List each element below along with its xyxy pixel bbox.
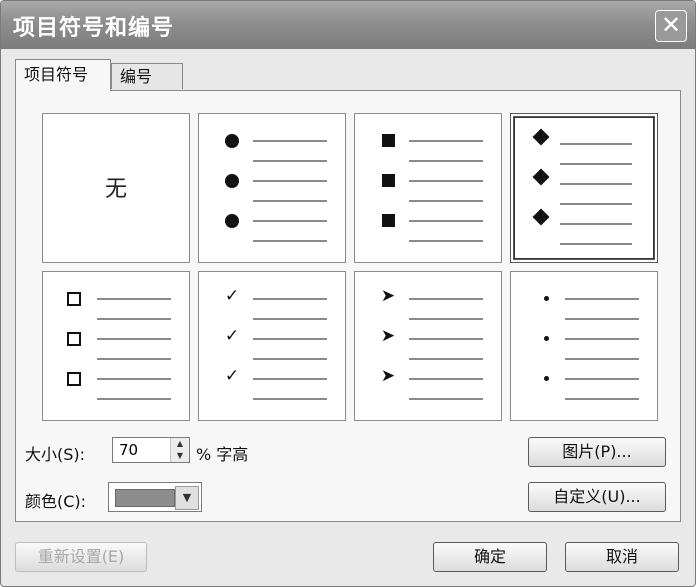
spin-up-icon[interactable]: ▲ xyxy=(171,438,189,450)
close-button[interactable]: ✕ xyxy=(655,10,687,42)
preview-line xyxy=(253,180,327,182)
preview-line xyxy=(565,358,639,360)
preview-line xyxy=(409,318,483,320)
arrowhead-bullet-icon: ➤ xyxy=(380,326,396,346)
checkmark-bullet-icon: ✓ xyxy=(224,286,240,306)
preview-line xyxy=(253,378,327,380)
chevron-down-icon[interactable]: ▼ xyxy=(175,486,199,510)
filled-circle-bullet-icon xyxy=(223,214,241,228)
checkmark-bullet-icon: ✓ xyxy=(224,366,240,386)
color-swatch xyxy=(115,489,175,507)
preview-line xyxy=(560,243,632,245)
size-spinner[interactable]: ▲ ▼ xyxy=(112,437,190,463)
filled-square-bullet-icon xyxy=(379,214,397,227)
close-icon: ✕ xyxy=(660,11,682,39)
preview-line xyxy=(253,140,327,142)
diamond-bullet-icon xyxy=(532,128,550,146)
cancel-button[interactable]: 取消 xyxy=(565,542,679,572)
checkmark-bullet-icon: ✓ xyxy=(224,326,240,346)
preview-line xyxy=(253,298,327,300)
arrowhead-bullet-icon: ➤ xyxy=(380,366,396,386)
hollow-square-bullet-icon xyxy=(65,332,83,346)
preview-line xyxy=(409,200,483,202)
preview-line xyxy=(560,163,632,165)
preview-line xyxy=(409,140,483,142)
preview-line xyxy=(560,143,632,145)
reset-button[interactable]: 重新设置(E) xyxy=(15,542,147,572)
diamond-bullet-icon xyxy=(532,168,550,186)
preview-line xyxy=(97,298,171,300)
preview-line xyxy=(560,223,632,225)
preview-line xyxy=(97,358,171,360)
preview-line xyxy=(409,378,483,380)
ok-button[interactable]: 确定 xyxy=(433,542,547,572)
tab-bullets[interactable]: 项目符号 xyxy=(15,59,111,91)
preview-line xyxy=(409,220,483,222)
picture-button[interactable]: 图片(P)... xyxy=(528,437,666,467)
size-unit-label: % 字高 xyxy=(196,445,249,464)
bullet-option-none[interactable]: 无 xyxy=(42,113,190,263)
bullet-option-filled-square[interactable] xyxy=(354,113,502,263)
preview-line xyxy=(253,240,327,242)
bullet-option-checkmark[interactable]: ✓ ✓ ✓ xyxy=(198,271,346,421)
preview-line xyxy=(409,398,483,400)
diamond-bullet-icon xyxy=(532,208,550,226)
preview-line xyxy=(97,318,171,320)
color-label: 颜色(C): xyxy=(25,492,87,511)
preview-line xyxy=(565,318,639,320)
bullet-option-arrowhead[interactable]: ➤ ➤ ➤ xyxy=(354,271,502,421)
filled-square-bullet-icon xyxy=(379,174,397,187)
title-bar: 项目符号和编号 ✕ xyxy=(1,1,695,49)
window-title: 项目符号和编号 xyxy=(13,16,175,41)
preview-line xyxy=(253,358,327,360)
hollow-square-bullet-icon xyxy=(65,372,83,386)
preview-line xyxy=(560,203,632,205)
customize-button[interactable]: 自定义(U)... xyxy=(528,482,666,512)
preview-line xyxy=(409,180,483,182)
bullet-option-small-dot[interactable] xyxy=(510,271,658,421)
filled-square-bullet-icon xyxy=(379,134,397,147)
preview-line xyxy=(565,378,639,380)
preview-line xyxy=(97,378,171,380)
preview-line xyxy=(565,338,639,340)
preview-line xyxy=(253,160,327,162)
hollow-square-bullet-icon xyxy=(65,292,83,306)
preview-line xyxy=(565,298,639,300)
spinner-arrows[interactable]: ▲ ▼ xyxy=(170,438,189,462)
spin-down-icon[interactable]: ▼ xyxy=(171,450,189,462)
filled-circle-bullet-icon xyxy=(223,134,241,148)
small-dot-bullet-icon xyxy=(537,296,555,301)
bullets-numbering-dialog: 项目符号和编号 ✕ 项目符号 编号 无 ✓ ✓ ✓ ➤ ➤ ➤ 大小(S): ▲ ▼ %… xyxy=(0,0,696,587)
color-picker[interactable]: ▼ xyxy=(108,482,202,512)
preview-line xyxy=(253,220,327,222)
filled-circle-bullet-icon xyxy=(223,174,241,188)
small-dot-bullet-icon xyxy=(537,376,555,381)
size-label: 大小(S): xyxy=(25,445,86,464)
bullet-option-filled-circle[interactable] xyxy=(198,113,346,263)
small-dot-bullet-icon xyxy=(537,336,555,341)
arrowhead-bullet-icon: ➤ xyxy=(380,286,396,306)
bullet-option-hollow-square[interactable] xyxy=(42,271,190,421)
preview-line xyxy=(409,160,483,162)
tab-numbering[interactable]: 编号 xyxy=(111,63,183,89)
preview-line xyxy=(253,318,327,320)
bullet-option-diamond[interactable] xyxy=(510,113,658,263)
preview-line xyxy=(97,398,171,400)
preview-line xyxy=(253,338,327,340)
none-label: 无 xyxy=(104,177,127,202)
preview-line xyxy=(409,338,483,340)
preview-line xyxy=(409,358,483,360)
preview-line xyxy=(565,398,639,400)
preview-line xyxy=(409,240,483,242)
preview-line xyxy=(253,200,327,202)
preview-line xyxy=(97,338,171,340)
preview-line xyxy=(409,298,483,300)
preview-line xyxy=(253,398,327,400)
preview-line xyxy=(560,183,632,185)
